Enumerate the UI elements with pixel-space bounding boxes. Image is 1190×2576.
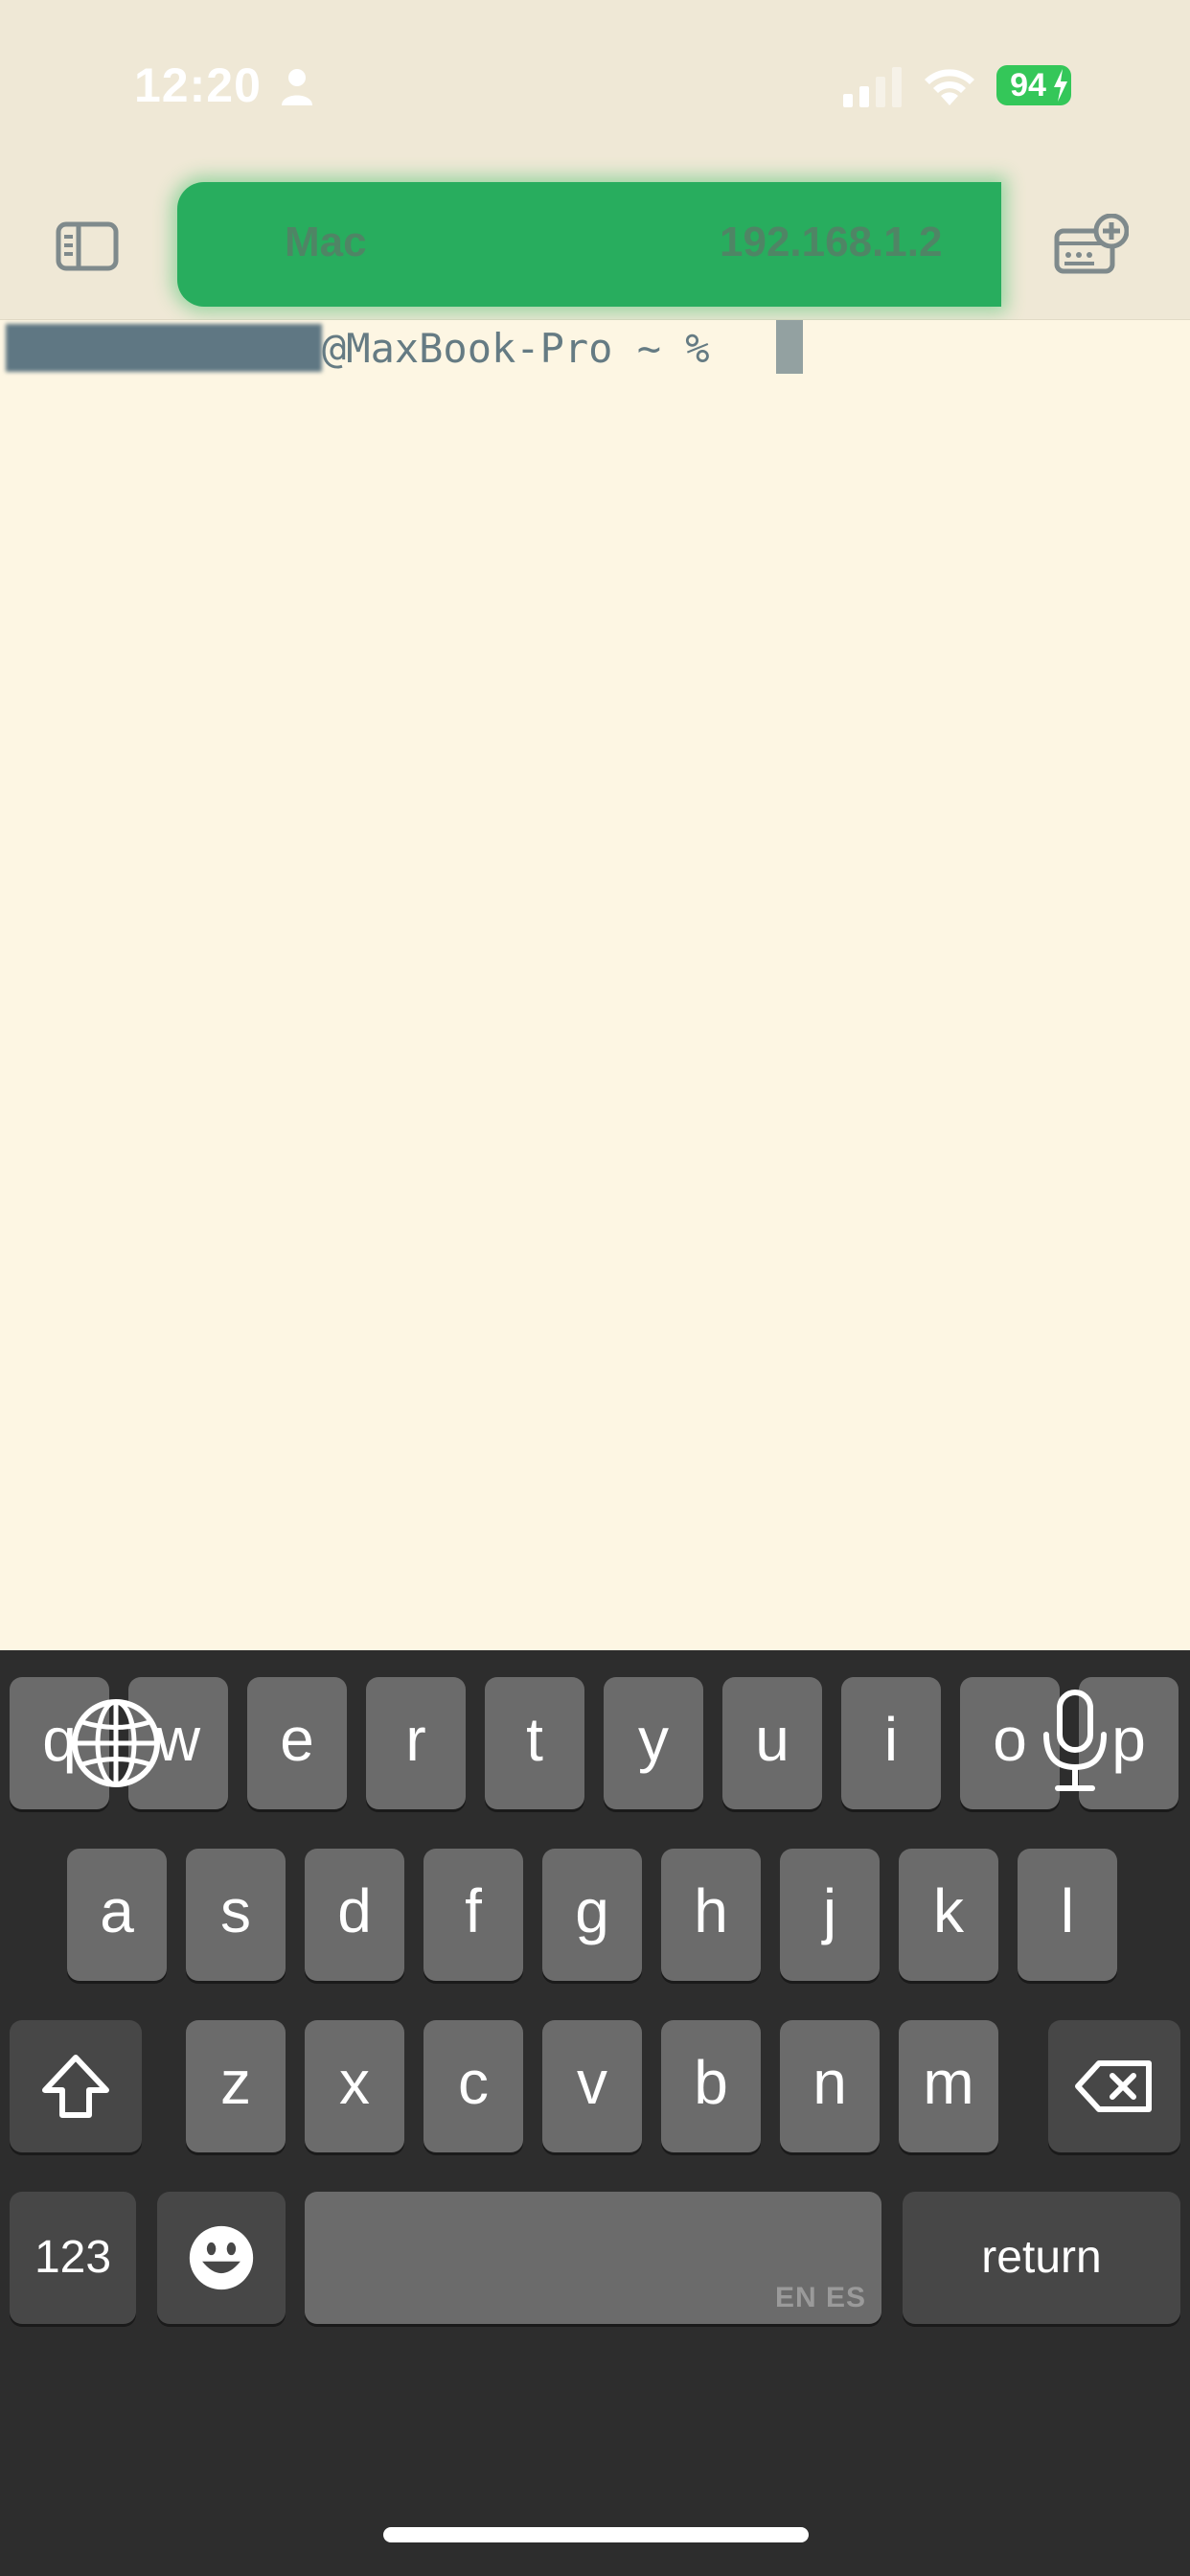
language-label: EN ES — [774, 2282, 866, 2313]
key-label: s — [220, 1876, 251, 1945]
key-j[interactable]: j — [780, 1849, 880, 1981]
key-f[interactable]: f — [423, 1849, 523, 1981]
key-m[interactable]: m — [899, 2020, 998, 2152]
key-z[interactable]: z — [186, 2020, 286, 2152]
key-i[interactable]: i — [841, 1677, 941, 1809]
microphone-icon[interactable] — [1039, 1689, 1111, 1794]
return-key[interactable]: return — [903, 2192, 1180, 2324]
key-label: h — [694, 1876, 728, 1945]
key-label: t — [526, 1705, 543, 1774]
battery-indicator: 94 — [996, 65, 1071, 105]
cellular-signal-icon — [843, 67, 902, 107]
key-label: u — [755, 1705, 790, 1774]
key-label: n — [812, 2048, 847, 2117]
key-label: c — [458, 2048, 489, 2117]
prompt-line: @MaxBook-Pro ~ % — [0, 320, 710, 378]
key-v[interactable]: v — [542, 2020, 642, 2152]
key-label: v — [577, 2048, 607, 2117]
key-label: j — [822, 1876, 837, 1945]
toolbar: Mac 192.168.1.2 — [0, 158, 1190, 320]
key-label: r — [405, 1705, 426, 1774]
shift-icon — [42, 2055, 109, 2118]
redacted-username — [6, 323, 322, 372]
globe-icon[interactable] — [69, 1696, 163, 1790]
session-name: Mac — [285, 218, 367, 265]
key-label: 123 — [34, 2232, 112, 2283]
key-label: e — [280, 1705, 314, 1774]
key-label: f — [465, 1876, 482, 1945]
space-key[interactable]: EN ES — [305, 2192, 881, 2324]
battery-level: 94 — [1010, 67, 1046, 104]
terminal-output[interactable]: @MaxBook-Pro ~ % — [0, 320, 1190, 1650]
shift-key[interactable] — [10, 2020, 142, 2152]
key-label: d — [337, 1876, 372, 1945]
keyboard: q w e r t y u i o p a s d f g h j k l z … — [0, 1650, 1190, 2576]
session-host: 192.168.1.2 — [720, 218, 943, 265]
key-b[interactable]: b — [661, 2020, 761, 2152]
key-label: m — [923, 2048, 974, 2117]
key-label: g — [575, 1876, 609, 1945]
terminal-cursor — [776, 320, 803, 374]
key-label: k — [933, 1876, 964, 1945]
delete-key[interactable] — [1048, 2020, 1180, 2152]
key-d[interactable]: d — [305, 1849, 404, 1981]
key-t[interactable]: t — [485, 1677, 584, 1809]
prompt-text: @MaxBook-Pro ~ % — [322, 325, 710, 372]
person-icon — [282, 69, 312, 105]
key-x[interactable]: x — [305, 2020, 404, 2152]
key-label: y — [638, 1705, 669, 1774]
key-label: z — [220, 2048, 251, 2117]
sidebar-toggle-icon[interactable] — [56, 221, 119, 271]
home-indicator[interactable] — [383, 2527, 809, 2542]
wifi-icon — [925, 69, 974, 105]
key-u[interactable]: u — [722, 1677, 822, 1809]
emoji-key[interactable] — [157, 2192, 286, 2324]
key-label: l — [1060, 1876, 1075, 1945]
status-time: 12:20 — [134, 58, 262, 112]
key-r[interactable]: r — [366, 1677, 466, 1809]
status-bar: 12:20 94 — [0, 0, 1190, 158]
key-label: b — [694, 2048, 728, 2117]
backspace-icon — [1075, 2060, 1152, 2112]
key-label: a — [100, 1876, 134, 1945]
key-g[interactable]: g — [542, 1849, 642, 1981]
key-label: i — [883, 1705, 899, 1774]
key-s[interactable]: s — [186, 1849, 286, 1981]
key-a[interactable]: a — [67, 1849, 167, 1981]
key-n[interactable]: n — [780, 2020, 880, 2152]
key-y[interactable]: y — [604, 1677, 703, 1809]
numbers-key[interactable]: 123 — [10, 2192, 136, 2324]
session-tab[interactable]: Mac 192.168.1.2 — [177, 182, 1001, 307]
key-l[interactable]: l — [1018, 1849, 1117, 1981]
key-h[interactable]: h — [661, 1849, 761, 1981]
key-label: x — [339, 2048, 370, 2117]
charging-bolt-icon — [1054, 69, 1067, 102]
emoji-icon — [189, 2225, 254, 2290]
key-c[interactable]: c — [423, 2020, 523, 2152]
key-label: return — [981, 2232, 1102, 2283]
new-session-icon[interactable] — [1054, 214, 1129, 277]
key-e[interactable]: e — [247, 1677, 347, 1809]
key-k[interactable]: k — [899, 1849, 998, 1981]
